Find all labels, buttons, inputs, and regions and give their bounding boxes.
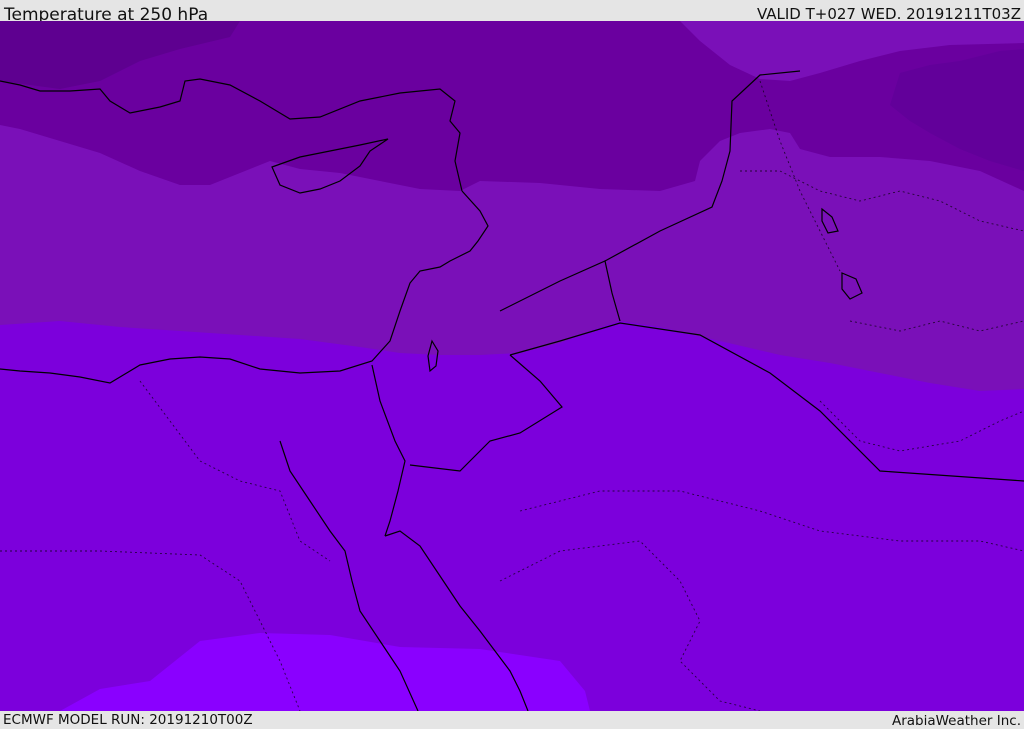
temperature-map: [0, 21, 1024, 711]
map-panel: [0, 21, 1024, 711]
credit-label: ArabiaWeather Inc.: [891, 713, 1021, 729]
model-run-label: ECMWF MODEL RUN: 20191210T00Z: [3, 712, 253, 728]
